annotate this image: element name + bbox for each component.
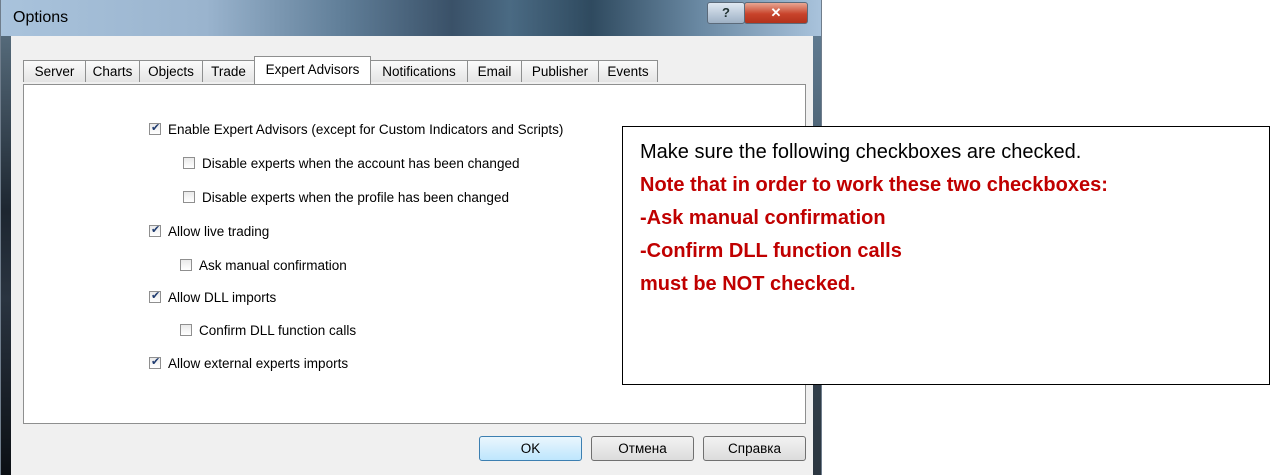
- help-button[interactable]: Справка: [703, 436, 806, 461]
- title-bar[interactable]: Options ? ✕: [1, 0, 821, 36]
- tab-notifications[interactable]: Notifications: [370, 60, 468, 82]
- tab-publisher[interactable]: Publisher: [521, 60, 599, 82]
- help-caption-button[interactable]: ?: [707, 2, 745, 24]
- checkbox-checked[interactable]: [149, 223, 161, 237]
- checkbox-unchecked[interactable]: [180, 324, 192, 336]
- tab-expert-advisors[interactable]: Expert Advisors: [254, 56, 371, 84]
- tab-server[interactable]: Server: [23, 60, 86, 82]
- note-line-2: Note that in order to work these two che…: [640, 174, 1108, 196]
- note-line-5: must be NOT checked.: [640, 273, 856, 295]
- tab-trade[interactable]: Trade: [202, 60, 255, 82]
- background-chart-strip: [1, 36, 11, 475]
- tab-charts[interactable]: Charts: [85, 60, 140, 82]
- note-line-3: -Ask manual confirmation: [640, 207, 886, 229]
- tab-events[interactable]: Events: [598, 60, 658, 82]
- checkbox-unchecked[interactable]: [183, 191, 195, 203]
- close-button[interactable]: ✕: [744, 2, 808, 24]
- tab-objects[interactable]: Objects: [139, 60, 203, 82]
- checkbox-checked[interactable]: [149, 355, 161, 369]
- checkbox-unchecked[interactable]: [180, 259, 192, 271]
- checkbox-unchecked[interactable]: [183, 157, 195, 169]
- annotation-callout: Make sure the following checkboxes are c…: [622, 126, 1270, 385]
- close-icon: ✕: [770, 5, 782, 20]
- ok-button[interactable]: OK: [479, 436, 582, 461]
- note-line-4: -Confirm DLL function calls: [640, 240, 902, 262]
- note-line-1: Make sure the following checkboxes are c…: [640, 141, 1082, 163]
- tab-email[interactable]: Email: [467, 60, 522, 82]
- cancel-button[interactable]: Отмена: [591, 436, 694, 461]
- checkbox-checked[interactable]: [149, 289, 161, 303]
- checkbox-checked[interactable]: [149, 121, 161, 135]
- window-title: Options: [13, 9, 69, 26]
